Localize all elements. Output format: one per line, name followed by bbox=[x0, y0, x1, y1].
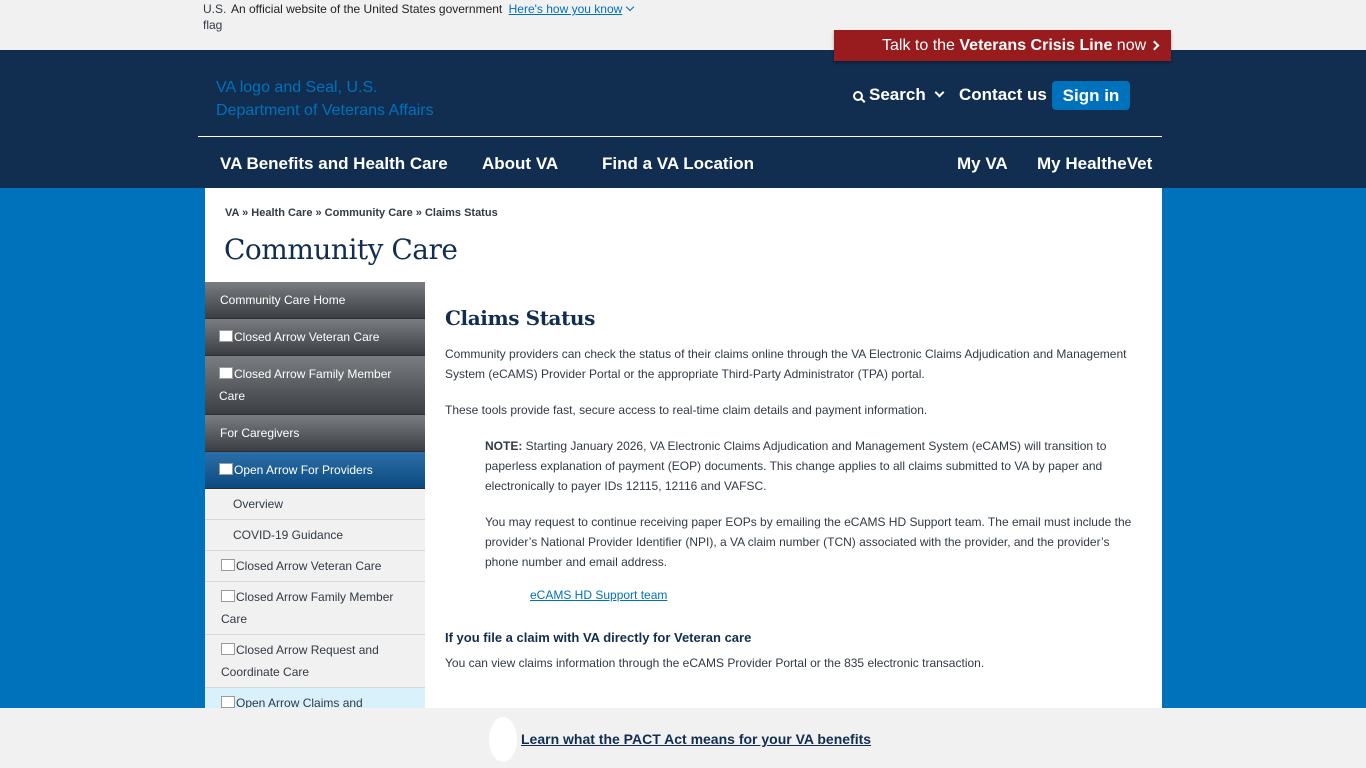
breadcrumb-community-care[interactable]: Community Care bbox=[325, 207, 413, 219]
contact-us-link[interactable]: Contact us bbox=[959, 85, 1047, 105]
nav-find-location[interactable]: Find a VA Location bbox=[602, 154, 754, 174]
breadcrumb: VA » Health Care » Community Care » Clai… bbox=[225, 207, 498, 219]
closed-arrow-icon bbox=[219, 367, 233, 379]
nav-my-healthevet[interactable]: My HealtheVet bbox=[1037, 154, 1152, 174]
tools-paragraph: These tools provide fast, secure access … bbox=[445, 403, 928, 417]
sign-in-button[interactable]: Sign in bbox=[1052, 81, 1130, 110]
note-block: NOTE: Starting January 2026, VA Electron… bbox=[485, 436, 1145, 572]
sidebar-sub-claims-payments[interactable]: Open Arrow Claims and Payments bbox=[205, 688, 425, 708]
sidebar-item-providers[interactable]: Open Arrow For Providers bbox=[205, 452, 425, 489]
sidebar-sub-covid[interactable]: COVID-19 Guidance bbox=[205, 520, 425, 551]
open-arrow-icon bbox=[221, 696, 235, 708]
main-panel: VA » Health Care » Community Care » Clai… bbox=[205, 188, 1162, 708]
sidebar-item-caregivers[interactable]: For Caregivers bbox=[205, 415, 425, 452]
note-paragraph-2: You may request to continue receiving pa… bbox=[485, 515, 1132, 569]
veterans-crisis-line-button[interactable]: Talk to the Veterans Crisis Line now bbox=[834, 30, 1171, 61]
header-divider bbox=[198, 136, 1162, 137]
sidebar-sub-overview[interactable]: Overview bbox=[205, 489, 425, 520]
closed-arrow-icon bbox=[219, 330, 233, 342]
official-site-text: An official website of the United States… bbox=[231, 2, 635, 16]
chevron-right-icon bbox=[1149, 40, 1160, 51]
search-icon bbox=[853, 91, 863, 101]
main-content: Claims Status Community providers can ch… bbox=[445, 306, 1145, 689]
pact-act-link[interactable]: Learn what the PACT Act means for your V… bbox=[521, 731, 871, 747]
open-arrow-icon bbox=[219, 463, 233, 475]
pact-act-logo-icon bbox=[489, 717, 517, 762]
nav-about-va[interactable]: About VA bbox=[482, 154, 558, 174]
note-paragraph: NOTE: Starting January 2026, VA Electron… bbox=[485, 439, 1107, 493]
closed-arrow-icon bbox=[221, 643, 235, 655]
breadcrumb-current: Claims Status bbox=[424, 207, 498, 219]
pact-act-banner: Learn what the PACT Act means for your V… bbox=[0, 708, 1366, 768]
intro-paragraph: Community providers can check the status… bbox=[445, 347, 1127, 381]
sidebar-item-family-care[interactable]: Closed Arrow Family Member Care bbox=[205, 356, 425, 415]
claims-info-paragraph: You can view claims information through … bbox=[445, 656, 985, 670]
sidebar-nav: Community Care Home Closed Arrow Veteran… bbox=[205, 282, 425, 708]
crisis-suffix: now bbox=[1112, 37, 1147, 54]
breadcrumb-va[interactable]: VA bbox=[225, 207, 239, 219]
official-site-label: An official website of the United States… bbox=[231, 2, 503, 16]
search-label: Search bbox=[869, 85, 926, 104]
ecams-support-link[interactable]: eCAMS HD Support team bbox=[530, 588, 1145, 602]
va-logo[interactable]: VA logo and Seal, U.S. Department of Vet… bbox=[216, 76, 446, 122]
nav-benefits-health-care[interactable]: VA Benefits and Health Care bbox=[220, 154, 448, 174]
closed-arrow-icon bbox=[221, 559, 235, 571]
sidebar-sub-family-care[interactable]: Closed Arrow Family Member Care bbox=[205, 582, 425, 635]
nav-my-va[interactable]: My VA bbox=[957, 154, 1008, 174]
subsection-heading: If you file a claim with VA directly for… bbox=[445, 630, 752, 645]
crisis-line-name: Veterans Crisis Line bbox=[959, 37, 1113, 54]
section-heading: Claims Status bbox=[445, 306, 595, 330]
page-title: Community Care bbox=[224, 233, 458, 266]
note-label: NOTE: bbox=[485, 439, 523, 453]
breadcrumb-health-care[interactable]: Health Care bbox=[251, 207, 312, 219]
heres-how-you-know-link[interactable]: Here's how you know bbox=[509, 2, 635, 16]
sidebar-item-home[interactable]: Community Care Home bbox=[205, 282, 425, 319]
chevron-down-icon bbox=[626, 2, 635, 12]
site-header: VA logo and Seal, U.S. Department of Vet… bbox=[0, 50, 1366, 188]
us-flag-icon: U.S. flag bbox=[203, 2, 227, 32]
chevron-down-icon bbox=[934, 87, 945, 98]
sidebar-sub-request-coordinate[interactable]: Closed Arrow Request and Coordinate Care bbox=[205, 635, 425, 688]
closed-arrow-icon bbox=[221, 590, 235, 602]
crisis-prefix: Talk to the bbox=[882, 37, 960, 54]
search-button[interactable]: Search bbox=[853, 85, 945, 105]
sidebar-sub-veteran-care[interactable]: Closed Arrow Veteran Care bbox=[205, 551, 425, 582]
sidebar-item-veteran-care[interactable]: Closed Arrow Veteran Care bbox=[205, 319, 425, 356]
